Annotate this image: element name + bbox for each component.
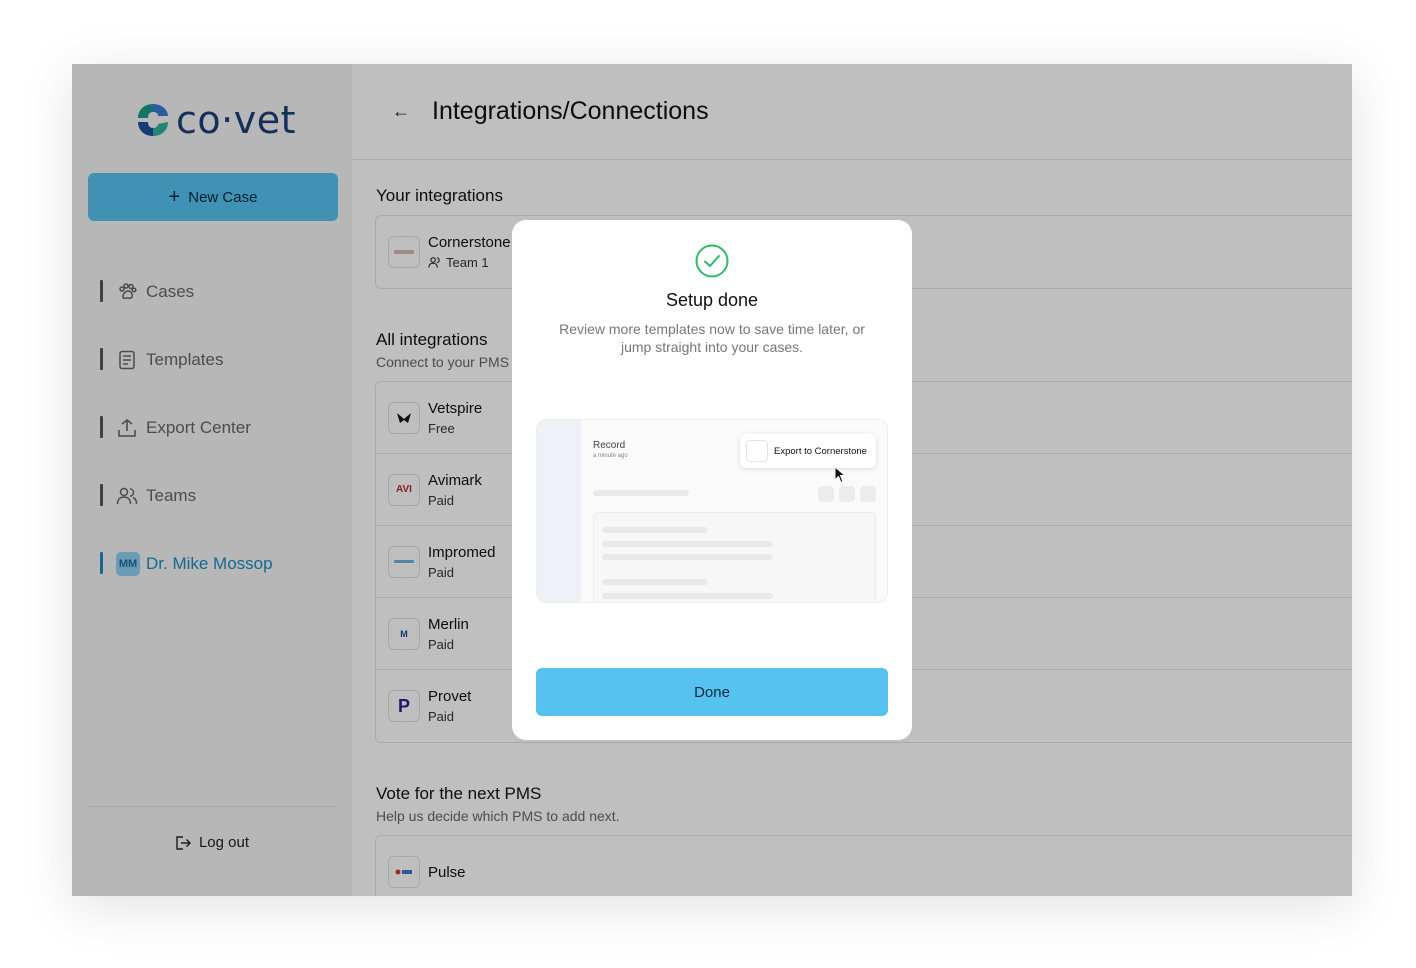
setup-done-dialog: Setup done Review more templates now to … bbox=[512, 220, 912, 740]
preview-chip bbox=[860, 486, 876, 502]
preview-chip bbox=[839, 486, 855, 502]
preview-export-button: Export to Cornerstone bbox=[740, 434, 876, 468]
preview-chip bbox=[818, 486, 834, 502]
app-window: co·vet + New Case Cases Templates Export… bbox=[72, 64, 1352, 896]
preview-record-title: Record bbox=[593, 440, 626, 451]
export-preview-illustration: Record a minute ago Export to Cornerston… bbox=[536, 419, 888, 603]
preview-placeholder-line bbox=[593, 490, 689, 496]
preview-content-card bbox=[593, 512, 876, 602]
dialog-subtitle: Review more templates now to save time l… bbox=[559, 321, 865, 355]
preview-export-label: Export to Cornerstone bbox=[774, 445, 867, 457]
dialog-title: Setup done bbox=[665, 290, 759, 310]
done-button[interactable]: Done bbox=[536, 668, 888, 716]
mouse-cursor-icon bbox=[834, 466, 846, 484]
preview-record-time: a minute ago bbox=[593, 453, 628, 459]
preview-sidebar bbox=[537, 420, 581, 602]
check-circle-icon bbox=[695, 244, 729, 278]
cornerstone-logo-icon bbox=[746, 440, 768, 462]
